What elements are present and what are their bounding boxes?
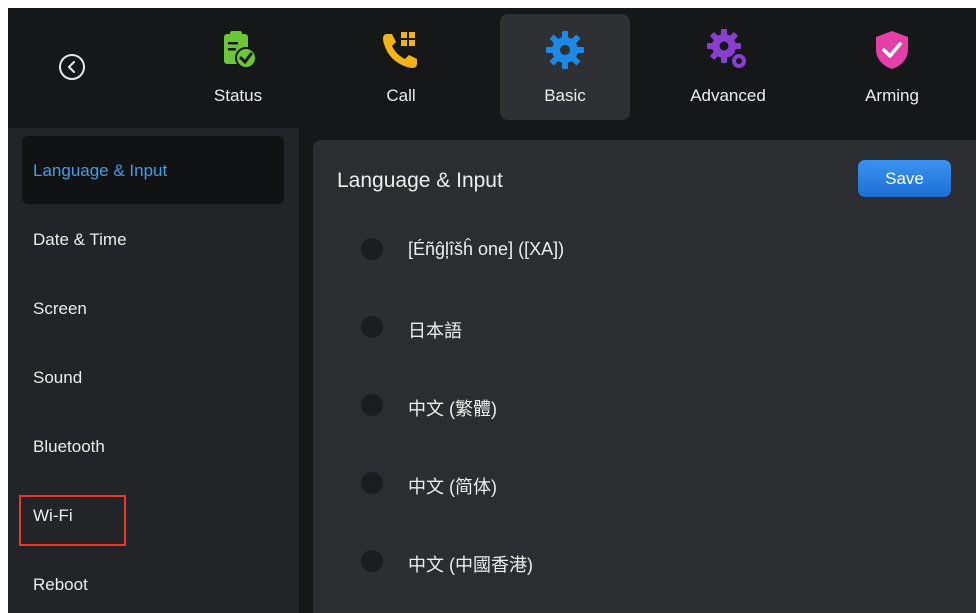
sidebar-item-label: Date & Time [33, 230, 127, 249]
tab-advanced[interactable]: Advanced [663, 14, 793, 120]
save-button[interactable]: Save [858, 160, 951, 197]
language-label: 中文 (简体) [408, 477, 497, 497]
language-label: 中文 (中國香港) [408, 555, 533, 575]
radio-button[interactable] [361, 238, 383, 260]
screen: Status Call Basic Advanced Arming Langua… [8, 8, 976, 613]
language-option[interactable]: [Éñĝļîšĥ one] ([XA]) [361, 229, 921, 269]
panel-title: Language & Input [337, 169, 503, 192]
chevron-left-icon [68, 61, 75, 73]
sidebar-item-reboot[interactable]: Reboot [22, 550, 284, 613]
language-input-panel: Language & Input Save [Éñĝļîšĥ one] ([XA… [313, 140, 976, 613]
tab-status[interactable]: Status [173, 14, 303, 120]
gear-icon [546, 31, 584, 69]
back-button[interactable] [59, 54, 85, 80]
language-option[interactable]: 日本語 [361, 307, 921, 347]
tab-advanced-label: Advanced [690, 86, 766, 105]
phone-keypad-icon [383, 32, 417, 68]
sidebar-item-date-time[interactable]: Date & Time [22, 205, 284, 273]
tab-arming-label: Arming [865, 86, 919, 105]
sidebar-item-label: Language & Input [33, 161, 168, 180]
sidebar-item-bluetooth[interactable]: Bluetooth [22, 412, 284, 480]
sidebar-item-sound[interactable]: Sound [22, 343, 284, 411]
language-label: 日本語 [408, 321, 462, 341]
language-option[interactable]: 中文 (繁體) [361, 385, 921, 425]
radio-button[interactable] [361, 316, 383, 338]
language-label: 中文 (繁體) [408, 399, 497, 419]
top-nav-bar: Status Call Basic Advanced Arming [8, 8, 976, 128]
tab-arming[interactable]: Arming [827, 14, 957, 120]
tab-call[interactable]: Call [336, 14, 466, 120]
wifi-highlight-box [19, 495, 126, 546]
sidebar-item-label: Bluetooth [33, 437, 105, 456]
radio-button[interactable] [361, 394, 383, 416]
language-label: [Éñĝļîšĥ one] ([XA]) [408, 239, 565, 259]
language-option[interactable]: 中文 (中國香港) [361, 541, 921, 581]
tab-basic[interactable]: Basic [500, 14, 630, 120]
shield-check-icon [876, 31, 908, 69]
clipboard-check-icon [224, 31, 257, 69]
tab-status-label: Status [213, 86, 263, 105]
sidebar-item-label: Reboot [33, 575, 88, 594]
language-option[interactable]: 中文 (简体) [361, 463, 921, 503]
sidebar-item-language-input[interactable]: Language & Input [22, 136, 284, 204]
sidebar-item-label: Sound [33, 368, 83, 387]
gears-icon [707, 29, 748, 70]
sidebar-item-label: Screen [33, 299, 87, 318]
radio-button[interactable] [361, 550, 383, 572]
tab-basic-label: Basic [544, 86, 586, 105]
sidebar-item-screen[interactable]: Screen [22, 274, 284, 342]
settings-sidebar: Language & Input Date & Time Screen Soun… [8, 128, 299, 613]
radio-button[interactable] [361, 472, 383, 494]
tab-call-label: Call [386, 86, 416, 105]
